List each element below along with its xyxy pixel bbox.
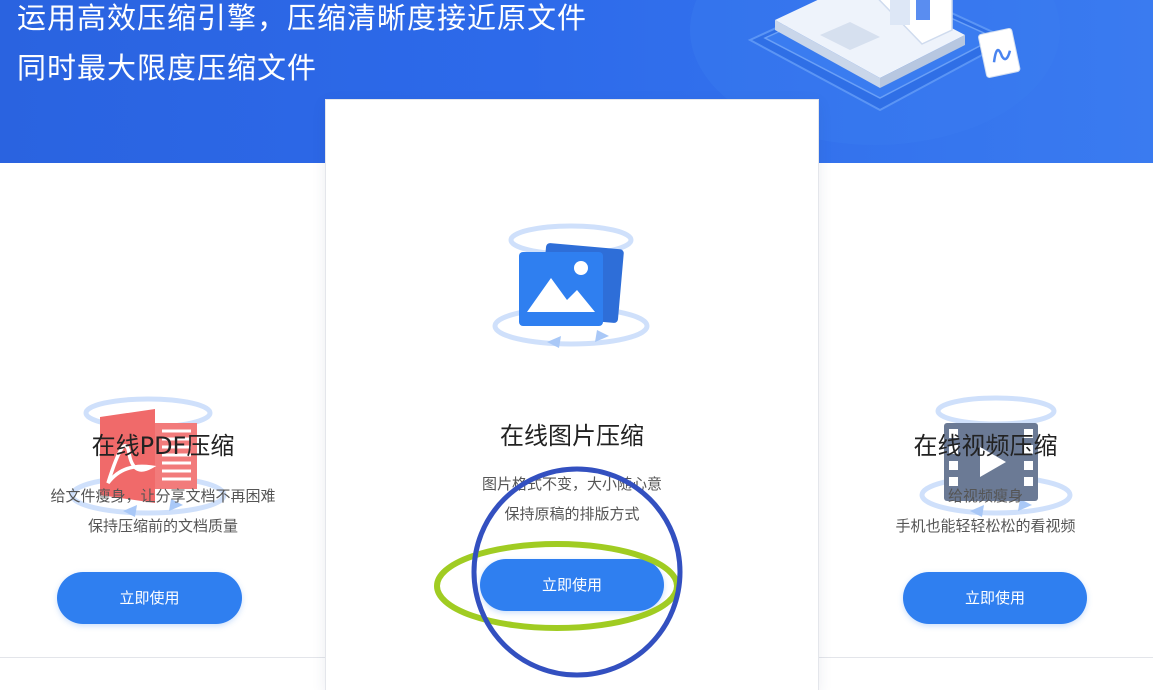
video-compress-card: 在线视频压缩 给视频瘦身 手机也能轻轻松松的看视频 立即使用 — [818, 163, 1153, 658]
card-desc-line-2: 手机也能轻轻松松的看视频 — [895, 517, 1076, 535]
hero-tagline-1: 运用高效压缩引擎，压缩清晰度接近原文件 — [17, 1, 588, 35]
card-desc-line-1: 图片格式不变，大小随心意 — [481, 475, 662, 493]
card-desc-line-1: 给文件瘦身，让分享文档不再困难 — [50, 487, 276, 505]
card-title: 在线PDF压缩 — [91, 432, 235, 460]
use-now-button[interactable]: 立即使用 — [57, 572, 242, 624]
hero-tagline-2: 同时最大限度压缩文件 — [17, 51, 318, 85]
card-title: 在线图片压缩 — [500, 422, 644, 450]
card-desc-line-2: 保持原稿的排版方式 — [504, 505, 640, 523]
card-desc-line-2: 保持压缩前的文档质量 — [87, 517, 238, 535]
card-title: 在线视频压缩 — [913, 432, 1058, 460]
image-icon — [492, 223, 650, 348]
use-now-button[interactable]: 立即使用 — [903, 572, 1087, 624]
card-desc-line-1: 给视频瘦身 — [947, 487, 1023, 505]
image-compress-card: 在线图片压缩 图片格式不变，大小随心意 保持原稿的排版方式 立即使用 — [326, 100, 818, 690]
pdf-compress-card: 在线PDF压缩 给文件瘦身，让分享文档不再困难 保持压缩前的文档质量 立即使用 — [0, 163, 326, 658]
use-now-button[interactable]: 立即使用 — [480, 559, 664, 611]
